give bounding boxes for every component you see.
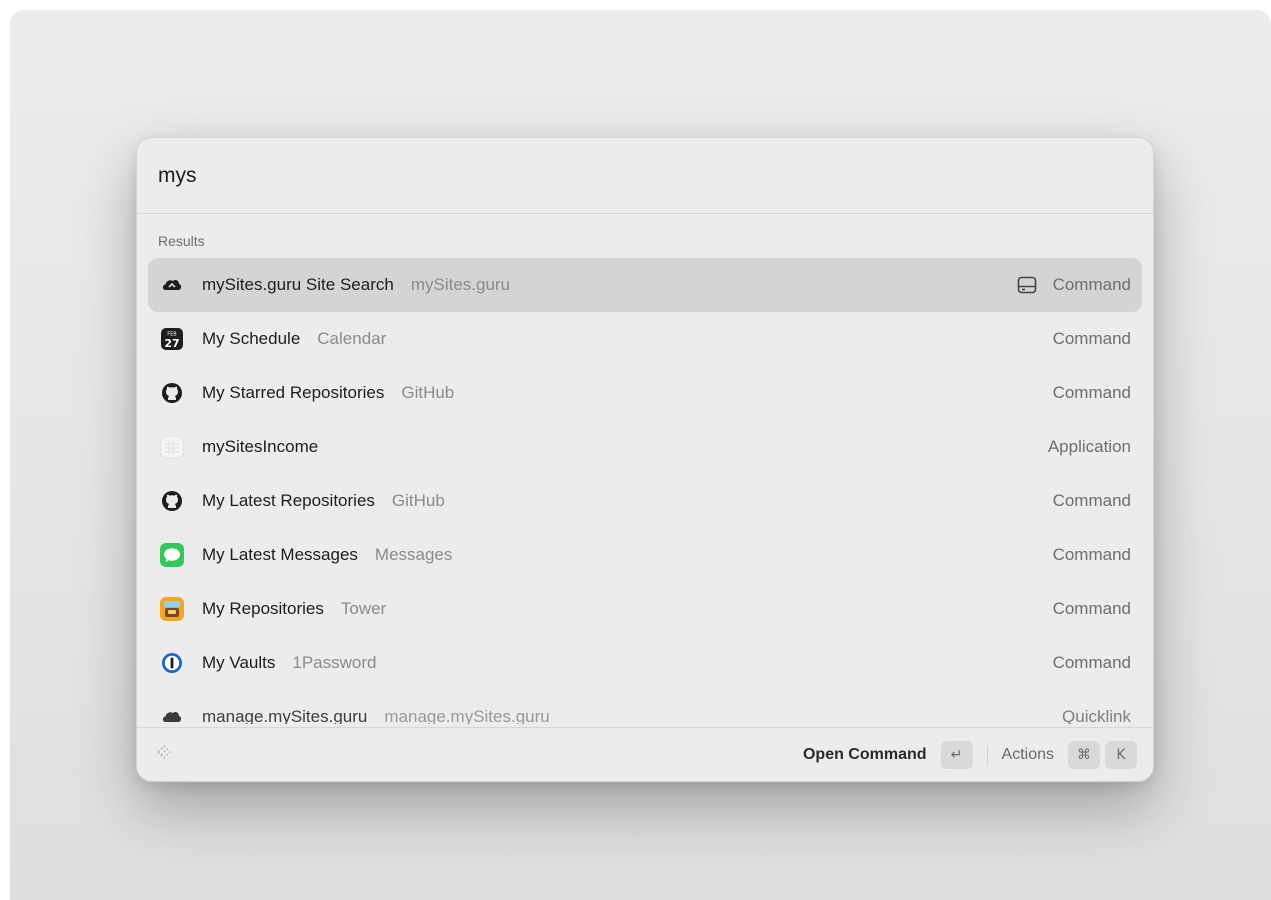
app-grid-icon [159, 434, 185, 460]
github-icon [159, 488, 185, 514]
result-kind: Command [1052, 545, 1131, 564]
cloud-icon [159, 272, 185, 298]
result-title: mySites.guru Site Search [202, 275, 394, 294]
result-title: manage.mySites.guru [202, 707, 368, 724]
command-palette: Results mySites.guru Site Search mySites… [136, 137, 1154, 782]
results-list: mySites.guru Site Search mySites.guru Co… [137, 258, 1153, 724]
result-kind: Command [1052, 275, 1131, 294]
result-title: My Repositories [202, 599, 324, 618]
result-title: My Latest Repositories [202, 491, 375, 510]
result-subtitle: 1Password [292, 653, 377, 672]
result-kind: Command [1052, 329, 1131, 348]
result-kind: Command [1052, 491, 1131, 510]
result-kind: Application [1047, 437, 1131, 456]
result-subtitle: manage.mySites.guru [384, 707, 550, 724]
svg-text:27: 27 [164, 337, 179, 350]
cloud-icon [159, 704, 185, 724]
result-row-starred-repos[interactable]: My Starred Repositories GitHub Command [148, 366, 1142, 420]
result-title: mySitesIncome [202, 437, 319, 456]
search-input[interactable] [158, 163, 1132, 188]
calendar-icon: FEB 27 [159, 326, 185, 352]
result-subtitle: Calendar [317, 329, 387, 348]
result-subtitle: mySites.guru [410, 275, 511, 294]
search-bar [137, 138, 1153, 214]
result-subtitle: GitHub [391, 491, 445, 510]
result-row-mysites-search[interactable]: mySites.guru Site Search mySites.guru Co… [148, 258, 1142, 312]
result-subtitle: Messages [374, 545, 453, 564]
k-key-badge: K [1105, 740, 1137, 769]
result-title: My Schedule [202, 329, 301, 348]
result-row-latest-repos[interactable]: My Latest Repositories GitHub Command [148, 474, 1142, 528]
result-kind: Quicklink [1062, 707, 1131, 724]
result-row-my-repositories[interactable]: My Repositories Tower Command [148, 582, 1142, 636]
result-row-my-schedule[interactable]: FEB 27 My Schedule Calendar Command [148, 312, 1142, 366]
result-kind: Command [1052, 383, 1131, 402]
result-title: My Latest Messages [202, 545, 358, 564]
result-row-mysitesincome[interactable]: mySitesIncome Application [148, 420, 1142, 474]
cmd-key-badge: ⌘ [1068, 740, 1100, 769]
result-title: My Vaults [202, 653, 276, 672]
enter-key-badge: ↵ [940, 740, 973, 769]
result-title: My Starred Repositories [202, 383, 385, 402]
result-kind: Command [1052, 653, 1131, 672]
1password-icon [159, 650, 185, 676]
actions-button[interactable]: Actions [1002, 746, 1054, 764]
footer-divider [986, 745, 988, 764]
section-label: Results [158, 233, 205, 249]
messages-icon [159, 542, 185, 568]
result-kind: Command [1052, 599, 1131, 618]
result-row-manage-mysites[interactable]: manage.mySites.guru manage.mySites.guru … [148, 690, 1142, 724]
result-row-my-vaults[interactable]: My Vaults 1Password Command [148, 636, 1142, 690]
github-icon [159, 380, 185, 406]
hard-drive-icon [1017, 276, 1037, 294]
result-subtitle: Tower [340, 599, 387, 618]
footer-bar: Open Command ↵ Actions ⌘ K [137, 727, 1153, 781]
primary-action-label[interactable]: Open Command [803, 746, 927, 764]
raycast-logo-icon [155, 743, 173, 766]
tower-icon [159, 596, 185, 622]
result-row-latest-messages[interactable]: My Latest Messages Messages Command [148, 528, 1142, 582]
result-subtitle: GitHub [401, 383, 455, 402]
